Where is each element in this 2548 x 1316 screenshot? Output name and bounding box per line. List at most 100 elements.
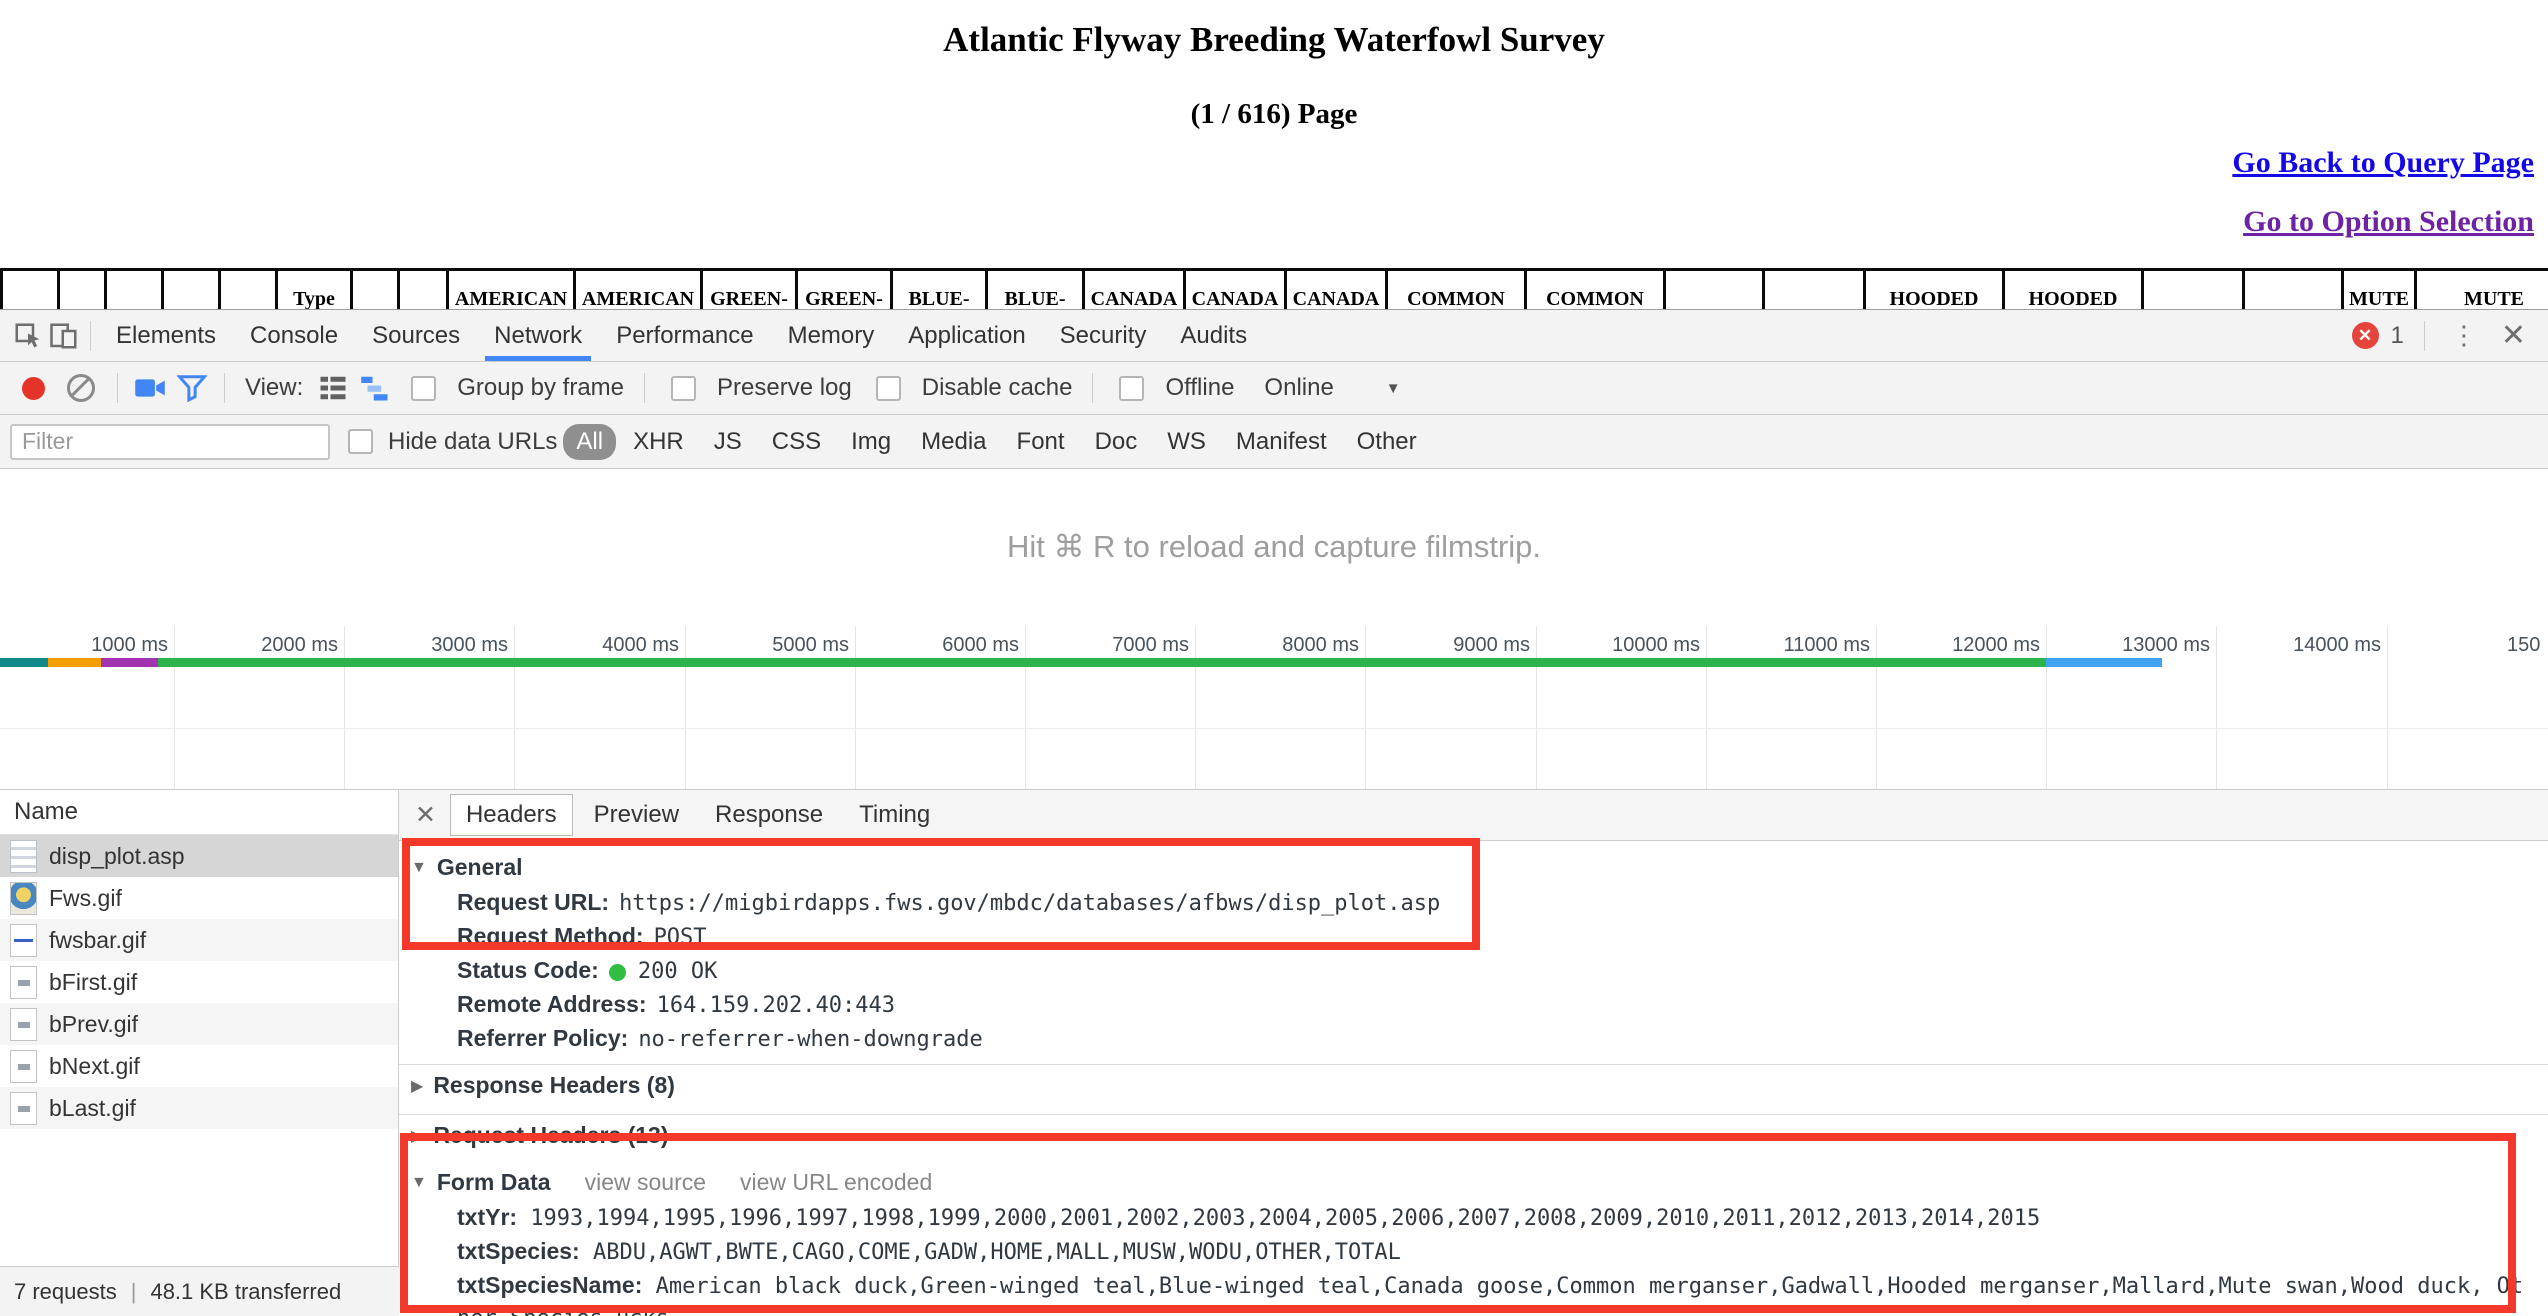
hide-data-urls-checkbox[interactable]	[348, 429, 373, 454]
divider	[2423, 320, 2425, 351]
inspect-element-icon[interactable]	[10, 318, 46, 354]
name-column-header[interactable]: Name	[0, 790, 398, 835]
large-rows-view-icon[interactable]	[315, 370, 351, 406]
throttling-select[interactable]: Online	[1264, 374, 1333, 402]
form-data-value: American black duck,Green-winged teal,Bl…	[457, 1274, 2524, 1316]
filter-input[interactable]	[10, 423, 330, 460]
form-data-value: ABDU,AGWT,BWTE,CAGO,COME,GADW,HOME,MALL,…	[592, 1240, 1401, 1265]
devtools-tab[interactable]: Sources	[355, 310, 477, 361]
offline-checkbox[interactable]	[1119, 375, 1145, 401]
request-row[interactable]: bFirst.gif	[0, 961, 398, 1003]
table-header-cell: MUTE	[2414, 268, 2548, 309]
overview-segment	[0, 658, 48, 667]
table-header-cell: GREEN-	[700, 268, 798, 309]
network-overview-timeline[interactable]: 1000 ms 2000 ms 3000 ms 4000 ms 5000 ms	[0, 626, 2548, 789]
filter-funnel-icon[interactable]	[174, 370, 210, 406]
file-type-icon	[10, 1049, 37, 1083]
header-row-value: 200 OK	[637, 959, 718, 984]
timeline-tick-label: 2000 ms	[261, 634, 338, 656]
link-option-selection[interactable]: Go to Option Selection	[2232, 205, 2534, 239]
header-row-label: Remote Address:	[457, 991, 647, 1017]
resource-type-filter[interactable]: XHR	[620, 424, 697, 460]
tabbar-right-controls: ✕ 1 ⋮ ✕	[2351, 318, 2548, 353]
devtools-tabs: Elements Console Sources Network Perform…	[99, 310, 1264, 361]
table-header-cell	[104, 268, 164, 309]
request-row[interactable]: Fws.gif	[0, 877, 398, 919]
request-row[interactable]: fwsbar.gif	[0, 919, 398, 961]
divider	[1092, 373, 1094, 403]
resource-type-filter[interactable]: JS	[701, 424, 755, 460]
details-tab[interactable]: Response	[700, 795, 838, 835]
view-source-link[interactable]: view source	[585, 1169, 706, 1196]
close-details-icon[interactable]: ✕	[407, 800, 444, 830]
resource-type-filter[interactable]: Doc	[1082, 424, 1151, 460]
group-by-frame-checkbox[interactable]	[411, 375, 437, 401]
request-row[interactable]: bNext.gif	[0, 1045, 398, 1087]
resource-type-filter[interactable]: Font	[1004, 424, 1078, 460]
header-row-label: Referrer Policy:	[457, 1025, 629, 1051]
resource-type-filter[interactable]: All	[563, 423, 617, 460]
details-tab[interactable]: Preview	[579, 795, 694, 835]
request-headers-section[interactable]: ▶ Request Headers (13)	[399, 1115, 2548, 1156]
devtools-panel: Elements Console Sources Network Perform…	[0, 309, 2548, 1316]
request-row[interactable]: disp_plot.asp	[0, 835, 398, 877]
form-data-key: txtSpeciesName:	[457, 1272, 643, 1298]
disable-cache-checkbox[interactable]	[875, 375, 901, 401]
resource-type-filters: All XHR JS CSS Img Media Font Doc WS Man…	[563, 423, 1430, 460]
devtools-tab[interactable]: Elements	[99, 310, 233, 361]
devtools-tab[interactable]: Audits	[1163, 310, 1264, 361]
devtools-tab[interactable]: Performance	[599, 310, 770, 361]
record-button[interactable]	[22, 376, 45, 400]
preserve-log-checkbox[interactable]	[671, 375, 696, 401]
table-header-cell: Type	[275, 268, 353, 309]
resource-type-filter[interactable]: Media	[908, 424, 999, 460]
kebab-menu-icon[interactable]: ⋮	[2445, 320, 2483, 351]
header-row-value: 164.159.202.40:443	[656, 993, 896, 1018]
table-header-cell: BLUE-	[985, 268, 1085, 309]
chevron-down-icon[interactable]: ▼	[1386, 380, 1401, 397]
request-row[interactable]: bLast.gif	[0, 1087, 398, 1129]
resource-type-filter[interactable]: CSS	[759, 424, 834, 460]
devtools-tab[interactable]: Network	[477, 310, 599, 361]
resource-type-filter[interactable]: Other	[1344, 424, 1430, 460]
show-overview-icon[interactable]	[357, 370, 393, 406]
file-name: Fws.gif	[49, 884, 122, 911]
table-header-cell	[397, 268, 449, 309]
overview-segment	[158, 658, 2046, 667]
request-row[interactable]: bPrev.gif	[0, 1003, 398, 1045]
triangle-down-icon: ▼	[411, 1173, 427, 1191]
file-type-icon	[10, 965, 37, 999]
view-url-encoded-link[interactable]: view URL encoded	[740, 1169, 932, 1196]
resource-type-filter[interactable]: Manifest	[1223, 424, 1340, 460]
general-section-header[interactable]: ▼ General	[399, 841, 2548, 886]
device-toolbar-icon[interactable]	[46, 318, 82, 354]
timeline-tick-label: 5000 ms	[772, 634, 849, 656]
details-tab[interactable]: Headers	[449, 794, 573, 836]
file-type-icon	[10, 1091, 37, 1125]
divider	[117, 373, 118, 403]
clear-button[interactable]	[67, 374, 95, 402]
close-devtools-icon[interactable]: ✕	[2495, 318, 2532, 353]
devtools-tab[interactable]: Memory	[771, 310, 892, 361]
file-type-icon	[10, 881, 37, 915]
table-header-cell	[57, 268, 107, 309]
resource-type-filter[interactable]: WS	[1154, 424, 1219, 460]
devtools-tab[interactable]: Security	[1043, 310, 1164, 361]
timeline-tick-label: 13000 ms	[2122, 634, 2210, 656]
devtools-tab[interactable]: Application	[891, 310, 1042, 361]
general-rows: Request URL: https://migbirdapps.fws.gov/…	[399, 886, 2548, 1056]
timeline-tick: 10000 ms	[1612, 626, 1707, 789]
form-data-section-header[interactable]: ▼ Form Data view source view URL encoded	[399, 1156, 2548, 1201]
header-row: Status Code: 200 OK	[399, 954, 2548, 988]
file-type-icon	[10, 839, 37, 873]
capture-screenshots-icon[interactable]	[132, 370, 168, 406]
disable-cache-label: Disable cache	[921, 374, 1073, 401]
status-ok-dot-icon	[608, 963, 626, 981]
response-headers-section[interactable]: ▶ Response Headers (8)	[399, 1065, 2548, 1106]
devtools-tab[interactable]: Console	[233, 310, 355, 361]
link-go-back-query[interactable]: Go Back to Query Page	[2232, 146, 2534, 180]
error-badge-icon[interactable]: ✕	[2351, 322, 2379, 349]
details-tab[interactable]: Timing	[844, 795, 945, 835]
resource-type-filter[interactable]: Img	[838, 424, 904, 460]
view-label: View:	[245, 374, 304, 401]
